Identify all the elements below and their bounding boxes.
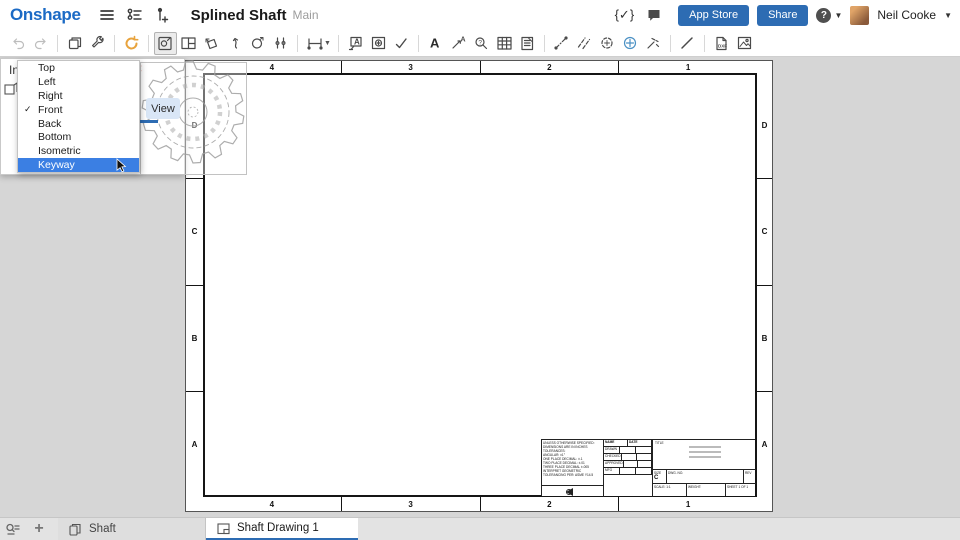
tab-label: Shaft bbox=[89, 523, 116, 535]
zone-label: D bbox=[761, 121, 768, 131]
zone-label: 2 bbox=[479, 497, 619, 511]
zone-strip-bottom: 4 321 bbox=[203, 497, 757, 511]
element-tab-bar: + Shaft Shaft Drawing 1 bbox=[0, 517, 960, 540]
drawing-sheet[interactable]: 4321 4321 DCBA DCBA UNLESS OTHERWISE SPE… bbox=[185, 60, 773, 512]
zone-label: 3 bbox=[340, 61, 480, 73]
zone-label: 1 bbox=[618, 497, 757, 511]
svg-text:?: ? bbox=[479, 40, 483, 47]
app-store-button[interactable]: App Store bbox=[678, 4, 750, 26]
comment-icon[interactable] bbox=[642, 4, 666, 26]
zone-label: A bbox=[186, 390, 203, 497]
svg-text:A: A bbox=[354, 37, 360, 46]
zone-label: B bbox=[757, 284, 772, 391]
insert-image-icon[interactable] bbox=[733, 32, 756, 55]
copy-icon[interactable] bbox=[63, 32, 86, 55]
zone-label: 3 bbox=[340, 497, 480, 511]
note-icon[interactable]: A bbox=[344, 32, 367, 55]
drawing-canvas[interactable]: 4321 4321 DCBA DCBA UNLESS OTHERWISE SPE… bbox=[0, 57, 960, 517]
insert-view-icon[interactable] bbox=[154, 31, 177, 55]
title-block[interactable]: UNLESS OTHERWISE SPECIFIED: DIMENSIONS AR… bbox=[541, 439, 756, 497]
onshape-logo[interactable]: Onshape bbox=[10, 5, 81, 25]
title-label: TITLE bbox=[655, 441, 664, 445]
projection-symbol bbox=[542, 485, 604, 497]
svg-text:A: A bbox=[460, 37, 465, 44]
parallel-line-icon[interactable] bbox=[573, 32, 596, 55]
center-target-icon[interactable] bbox=[619, 32, 642, 55]
zone-label: B bbox=[186, 284, 203, 391]
check-icon: ✓ bbox=[24, 104, 32, 115]
user-name[interactable]: Neil Cooke bbox=[877, 8, 936, 22]
share-button[interactable]: Share bbox=[757, 4, 809, 26]
zone-label: 2 bbox=[479, 61, 619, 73]
view-option-keyway[interactable]: Keyway bbox=[18, 158, 139, 173]
active-tab-underline bbox=[140, 120, 158, 123]
checkmark-icon[interactable] bbox=[390, 32, 413, 55]
update-sync-icon[interactable] bbox=[120, 32, 143, 55]
text-icon[interactable]: A bbox=[424, 32, 447, 55]
view-option-bottom[interactable]: Bottom bbox=[18, 130, 139, 144]
tab-shaft[interactable]: Shaft bbox=[58, 518, 206, 540]
zone-strip-right: D CBA bbox=[757, 73, 772, 497]
auxiliary-view-icon[interactable] bbox=[200, 32, 223, 55]
view-option-front[interactable]: ✓ Front bbox=[18, 103, 139, 117]
part-studio-icon bbox=[69, 523, 81, 536]
user-avatar[interactable] bbox=[850, 5, 870, 25]
workspace-name[interactable]: Main bbox=[292, 8, 318, 22]
help-menu[interactable]: ? ▼ bbox=[816, 7, 843, 23]
line-icon[interactable] bbox=[676, 32, 699, 55]
view-orientation-dropdown[interactable]: Top Left Right ✓ Front Back Bottom Isometric Key… bbox=[17, 60, 140, 174]
properties-wrench-icon[interactable] bbox=[86, 32, 109, 55]
export-dxf-icon[interactable]: DXF bbox=[710, 32, 733, 55]
insert-elements-icon[interactable] bbox=[151, 4, 175, 26]
tab-shaft-drawing-1[interactable]: Shaft Drawing 1 bbox=[206, 518, 358, 540]
table-icon[interactable] bbox=[493, 32, 516, 55]
bom-icon[interactable] bbox=[516, 32, 539, 55]
zone-label: 4 bbox=[269, 499, 275, 509]
view-option-left[interactable]: Left bbox=[18, 75, 139, 89]
svg-text:DXF: DXF bbox=[718, 43, 727, 48]
tab-view[interactable]: View bbox=[146, 98, 180, 119]
sheet-border-frame bbox=[203, 73, 757, 497]
help-caret-icon: ▼ bbox=[834, 10, 843, 20]
tab-label: Shaft Drawing 1 bbox=[237, 522, 319, 534]
zone-label: C bbox=[186, 178, 203, 284]
leader-icon[interactable]: A bbox=[447, 32, 470, 55]
center-mark-icon[interactable] bbox=[596, 32, 619, 55]
zone-label: C bbox=[757, 178, 772, 284]
view-option-back[interactable]: Back bbox=[18, 117, 139, 131]
dimension-caret[interactable]: ▼ bbox=[324, 40, 331, 47]
undo-icon[interactable] bbox=[6, 32, 29, 55]
sheet-panes-icon[interactable] bbox=[177, 32, 200, 55]
drawing-icon bbox=[217, 522, 230, 534]
view-option-isometric[interactable]: Isometric bbox=[18, 144, 139, 158]
detail-view-icon[interactable] bbox=[246, 32, 269, 55]
title-area: TITLE SIZE C DWG. NO. REV SCALE: 1:1 WEI… bbox=[652, 440, 756, 497]
document-menu-icon[interactable] bbox=[95, 4, 119, 26]
versions-icon[interactable] bbox=[123, 4, 147, 26]
zone-strip-top: 4321 bbox=[203, 61, 757, 73]
zone-label: 1 bbox=[618, 61, 757, 73]
help-icon[interactable]: ? bbox=[816, 7, 832, 23]
document-title: Splined Shaft bbox=[190, 6, 287, 24]
inspect-icon[interactable]: ? bbox=[470, 32, 493, 55]
add-tab-icon[interactable]: + bbox=[26, 518, 52, 540]
user-caret-icon[interactable]: ▼ bbox=[944, 11, 952, 20]
tab-manager-icon[interactable] bbox=[0, 518, 26, 540]
approval-grid: NAME DATE DRAWN CHECKED APPROVED MFG bbox=[604, 440, 652, 497]
zone-label: A bbox=[757, 390, 772, 497]
drawing-toolbar: ▼ A A A ? DXF bbox=[0, 30, 960, 57]
section-view-icon[interactable] bbox=[223, 32, 246, 55]
feedback-icon[interactable]: {✓} bbox=[615, 7, 635, 23]
balloon-icon[interactable] bbox=[367, 32, 390, 55]
svg-text:A: A bbox=[430, 36, 440, 51]
trim-icon[interactable] bbox=[642, 32, 665, 55]
redo-icon[interactable] bbox=[29, 32, 52, 55]
tolerance-notes: UNLESS OTHERWISE SPECIFIED: DIMENSIONS AR… bbox=[542, 440, 604, 485]
centerline-icon[interactable] bbox=[550, 32, 573, 55]
dimension-icon[interactable] bbox=[303, 32, 326, 55]
top-bar: Onshape Splined Shaft Main {✓} App Store… bbox=[0, 0, 960, 30]
broken-view-icon[interactable] bbox=[269, 32, 292, 55]
view-option-top[interactable]: Top bbox=[18, 61, 139, 75]
view-option-right[interactable]: Right bbox=[18, 89, 139, 103]
